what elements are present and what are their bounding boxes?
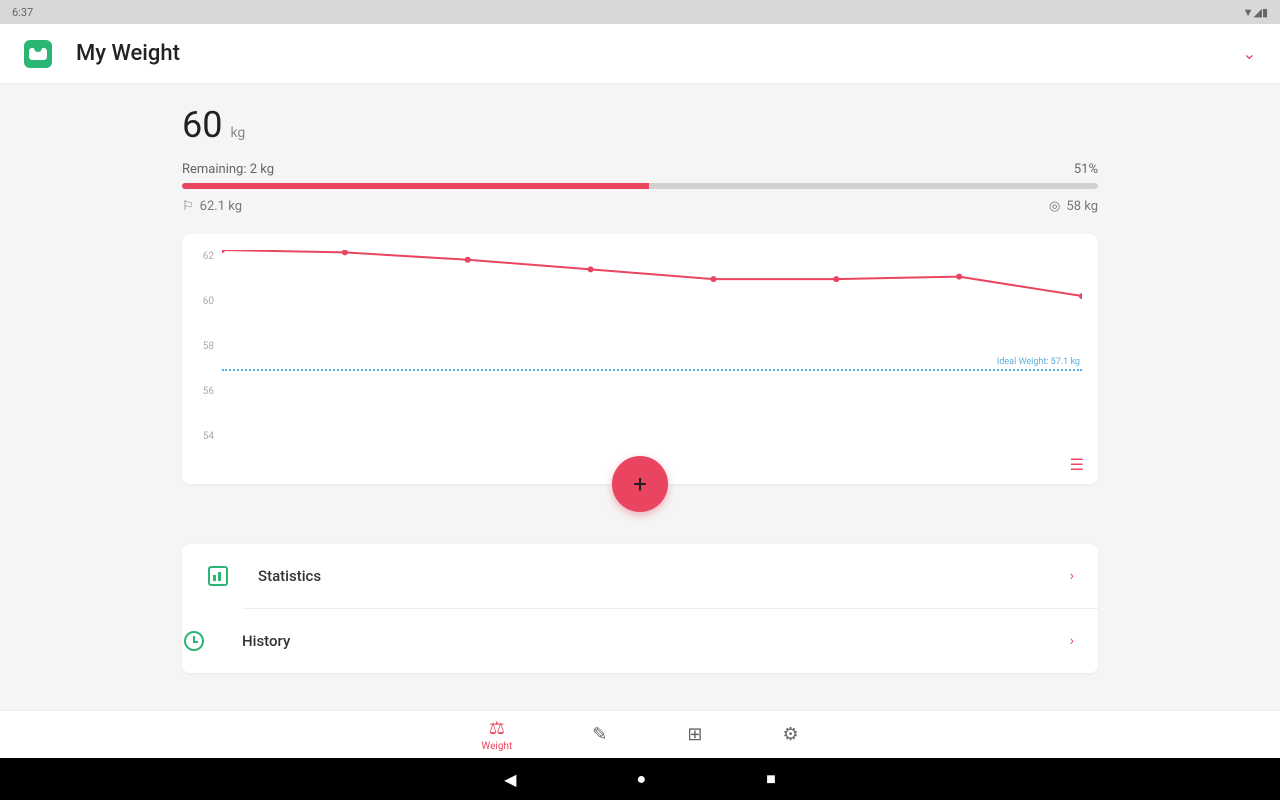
chevron-right-icon: › — [1070, 568, 1074, 584]
plus-icon: + — [633, 470, 647, 498]
remaining-label: Remaining: 2 kg — [182, 162, 274, 177]
target-weight: ◎ 58 kg — [1049, 199, 1098, 214]
current-weight: 60 kg — [182, 104, 1098, 146]
statistics-icon — [206, 564, 230, 588]
pencil-icon: ✎ — [592, 724, 607, 745]
home-button[interactable]: ● — [636, 769, 646, 789]
app-header: My Weight ⌄ — [0, 24, 1280, 84]
weight-chart-card: 62 60 58 56 54 Ideal Weight: 57.1 kg ☰ + — [182, 234, 1098, 484]
app-logo-icon — [24, 40, 52, 68]
chart-plot-area — [222, 250, 1082, 444]
history-row[interactable]: History › — [242, 608, 1098, 673]
system-navigation: ◀ ● ■ — [0, 758, 1280, 800]
page-title: My Weight — [76, 41, 180, 66]
statistics-row[interactable]: Statistics › — [182, 544, 1098, 608]
status-bar: 6:37 ▼◢▮ — [0, 0, 1280, 24]
nav-weight[interactable]: ⚖ Weight — [481, 718, 512, 752]
weight-line-chart — [222, 250, 1082, 444]
progress-bar — [182, 183, 1098, 189]
ideal-weight-line — [222, 369, 1082, 371]
bottom-navigation: ⚖ Weight ✎ ⊞ ⚙ — [0, 710, 1280, 758]
add-weight-fab[interactable]: + — [612, 456, 668, 512]
gear-icon: ⚙ — [782, 724, 798, 745]
chart-settings-button[interactable]: ☰ — [1070, 455, 1084, 474]
expand-menu-button[interactable]: ⌄ — [1243, 44, 1256, 63]
sliders-icon: ☰ — [1070, 455, 1084, 474]
main-content: 60 kg Remaining: 2 kg 51% ⚐ 62.1 kg ◎ 58… — [0, 84, 1280, 710]
back-button[interactable]: ◀ — [504, 770, 516, 789]
progress-fill — [182, 183, 649, 189]
scale-icon: ⚖ — [489, 718, 505, 739]
history-icon — [182, 629, 206, 653]
weight-number: 60 — [182, 104, 222, 146]
chart-y-axis: 62 60 58 56 54 — [190, 250, 214, 444]
recents-button[interactable]: ■ — [766, 769, 776, 789]
progress-labels: Remaining: 2 kg 51% — [182, 162, 1098, 177]
ideal-weight-label: Ideal Weight: 57.1 kg — [997, 357, 1080, 367]
weight-unit: kg — [230, 125, 245, 141]
nav-settings[interactable]: ⚙ — [782, 724, 798, 745]
nav-grid[interactable]: ⊞ — [687, 724, 702, 745]
status-icons: ▼◢▮ — [1243, 6, 1268, 19]
links-card: Statistics › History › — [182, 544, 1098, 673]
start-weight: ⚐ 62.1 kg — [182, 199, 242, 214]
status-time: 6:37 — [12, 6, 33, 19]
grid-icon: ⊞ — [687, 724, 702, 745]
chevron-right-icon: › — [1070, 633, 1074, 649]
progress-flags: ⚐ 62.1 kg ◎ 58 kg — [182, 199, 1098, 214]
nav-edit[interactable]: ✎ — [592, 724, 607, 745]
percent-label: 51% — [1074, 162, 1098, 177]
